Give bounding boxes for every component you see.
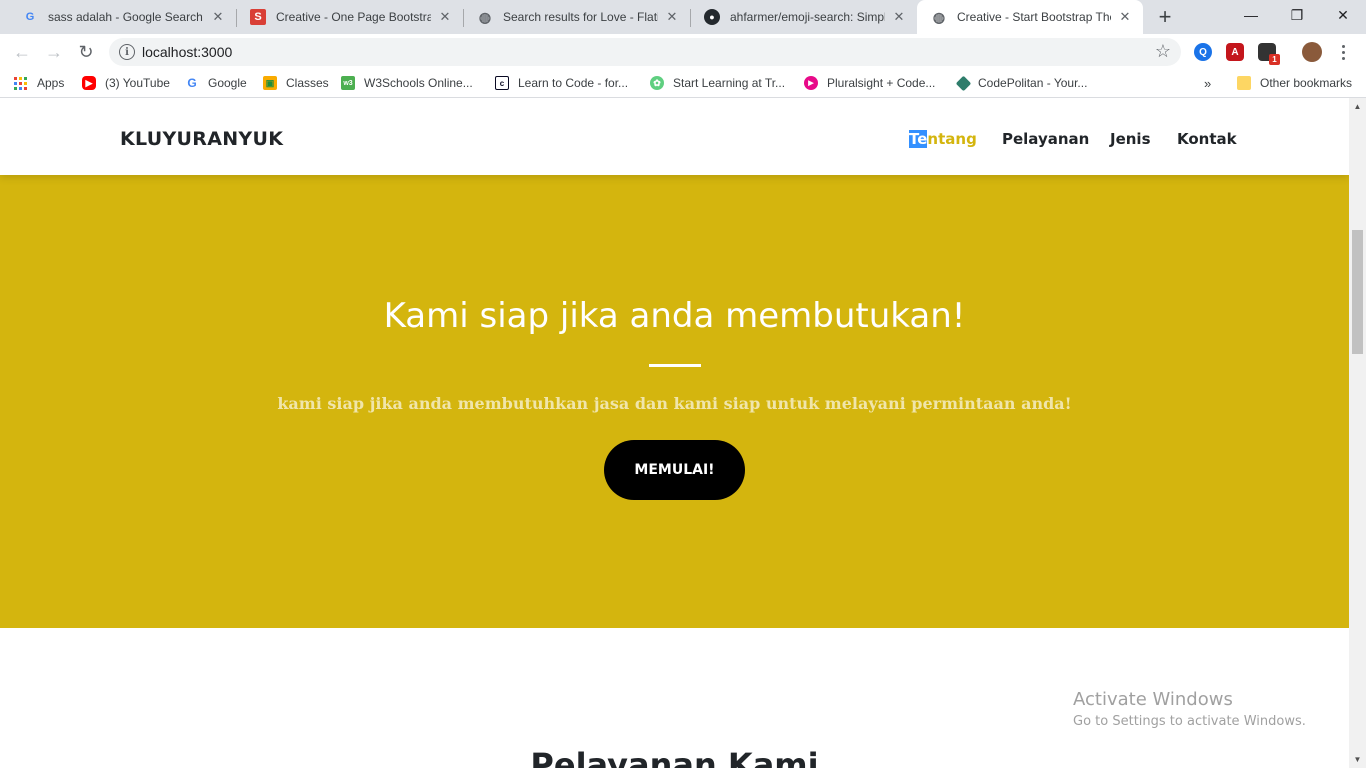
bookmarks-bar: Apps ▶ (3) YouTube G Google ▣ Classes w3… — [0, 70, 1366, 98]
scrollbar-thumb[interactable] — [1352, 230, 1363, 354]
tab-emoji-search[interactable]: ● ahfarmer/emoji-search: Simple ✕ — [690, 0, 917, 34]
start-button[interactable]: MEMULAI! — [604, 440, 745, 500]
masthead-subtext: kami siap jika anda membutuhkan jasa dan… — [277, 394, 1072, 413]
tab-google-search[interactable]: G sass adalah - Google Search ✕ — [8, 0, 236, 34]
nav-link-label: ntang — [927, 130, 977, 148]
extension-search-icon[interactable]: Q — [1194, 43, 1212, 61]
scroll-down-icon[interactable]: ▼ — [1349, 751, 1366, 768]
tab-title: Search results for Love - Flaticon — [503, 10, 658, 24]
tab-title: Creative - Start Bootstrap Theme — [957, 10, 1111, 24]
site-brand[interactable]: KLUYURANYUK — [120, 128, 283, 150]
google-icon: G — [25, 11, 35, 23]
tab-creative-active[interactable]: ◍ Creative - Start Bootstrap Theme ✕ — [917, 0, 1143, 34]
page-scrollbar[interactable]: ▲ ▼ — [1349, 98, 1366, 768]
close-icon[interactable]: ✕ — [210, 9, 226, 25]
extension-badge-count: 1 — [1269, 54, 1280, 65]
bookmark-freecodecamp[interactable]: c Learn to Code - for... — [495, 76, 628, 90]
browser-toolbar: ← → ↻ i localhost:3000 ☆ Q A 1 — [0, 34, 1366, 70]
nav-link-pelayanan[interactable]: Pelayanan — [1002, 130, 1089, 148]
tab-flaticon[interactable]: ◍ Search results for Love - Flaticon ✕ — [463, 0, 690, 34]
info-icon[interactable]: i — [119, 44, 135, 60]
window-close-button[interactable]: ✕ — [1320, 0, 1366, 30]
globe-icon: ◍ — [478, 8, 492, 25]
heading-divider — [649, 364, 701, 367]
tab-strip: G sass adalah - Google Search ✕ S Creati… — [0, 0, 1366, 34]
close-icon[interactable]: ✕ — [891, 9, 907, 25]
services-heading: Pelayanan Kami — [530, 746, 819, 768]
bookmark-google[interactable]: G Google — [185, 76, 247, 90]
bookmark-label: Classes — [286, 76, 329, 90]
avatar[interactable] — [1302, 42, 1322, 62]
google-icon: G — [187, 76, 197, 90]
site-navbar: KLUYURANYUK Tentang Pelayanan Jenis Kont… — [0, 98, 1349, 175]
watermark-subtitle: Go to Settings to activate Windows. — [1073, 714, 1306, 729]
bookmark-codepolitan[interactable]: CodePolitan - Your... — [955, 75, 1088, 91]
watermark-title: Activate Windows — [1073, 689, 1233, 710]
freecodecamp-icon: c — [495, 76, 509, 90]
tab-title: Creative - One Page Bootstrap — [276, 10, 431, 24]
bookmark-label: Start Learning at Tr... — [673, 76, 786, 90]
bookmark-label: Learn to Code - for... — [518, 76, 629, 90]
page-viewport: KLUYURANYUK Tentang Pelayanan Jenis Kont… — [0, 98, 1349, 768]
apps-icon — [14, 76, 27, 90]
bookmark-label: CodePolitan - Your... — [978, 76, 1088, 90]
nav-link-jenis[interactable]: Jenis — [1110, 130, 1151, 148]
bookmark-classes[interactable]: ▣ Classes — [263, 76, 329, 90]
menu-icon[interactable] — [1336, 41, 1350, 63]
chevron-double-right-icon: » — [1204, 76, 1212, 91]
w3schools-icon: w3 — [341, 76, 355, 90]
bookmark-label: (3) YouTube — [105, 76, 170, 90]
globe-icon: ◍ — [932, 8, 946, 25]
bookmark-label: W3Schools Online... — [364, 76, 473, 90]
bookmark-label: Google — [208, 76, 247, 90]
scroll-up-icon[interactable]: ▲ — [1349, 98, 1366, 115]
bookmark-apps[interactable]: Apps — [14, 76, 64, 90]
tab-title: sass adalah - Google Search — [48, 10, 203, 24]
close-icon[interactable]: ✕ — [664, 9, 680, 25]
classes-icon: ▣ — [263, 76, 277, 90]
bookmark-label: Apps — [37, 76, 65, 90]
forward-button[interactable]: → — [42, 41, 66, 63]
codepolitan-icon — [955, 75, 972, 91]
star-icon[interactable]: ☆ — [1155, 41, 1171, 62]
github-icon: ● — [704, 9, 720, 25]
treehouse-icon: ✿ — [650, 76, 664, 90]
bookmark-label: Other bookmarks — [1260, 76, 1353, 90]
bookmark-other[interactable]: Other bookmarks — [1237, 76, 1352, 90]
extension-badge-icon[interactable]: 1 — [1258, 43, 1280, 65]
close-icon[interactable]: ✕ — [1117, 9, 1133, 25]
nav-link-tentang[interactable]: Tentang — [909, 130, 977, 148]
bookmark-treehouse[interactable]: ✿ Start Learning at Tr... — [650, 76, 785, 90]
selected-text: Te — [909, 130, 928, 148]
bookmarks-overflow-button[interactable]: » — [1204, 76, 1211, 91]
reload-button[interactable]: ↻ — [74, 41, 98, 63]
extension-pdf-icon[interactable]: A — [1226, 43, 1244, 61]
masthead-heading: Kami siap jika anda membutukan! — [383, 296, 966, 336]
masthead-section: Kami siap jika anda membutukan! kami sia… — [0, 175, 1349, 628]
minimize-button[interactable]: — — [1228, 0, 1274, 30]
windows-activation-watermark: Activate Windows Go to Settings to activ… — [1073, 689, 1306, 729]
restore-button[interactable]: ❐ — [1274, 0, 1320, 30]
bookmark-pluralsight[interactable]: ▶ Pluralsight + Code... — [804, 76, 935, 90]
address-url[interactable]: localhost:3000 — [142, 44, 232, 60]
bookmark-label: Pluralsight + Code... — [827, 76, 936, 90]
pluralsight-icon: ▶ — [804, 76, 818, 90]
youtube-icon: ▶ — [82, 76, 96, 90]
tab-title: ahfarmer/emoji-search: Simple — [730, 10, 885, 24]
new-tab-button[interactable]: + — [1151, 4, 1179, 30]
bookmark-w3schools[interactable]: w3 W3Schools Online... — [341, 76, 473, 90]
tab-creative-one-page[interactable]: S Creative - One Page Bootstrap ✕ — [236, 0, 463, 34]
folder-icon — [1237, 76, 1251, 90]
s-icon: S — [250, 9, 266, 25]
address-bar[interactable]: i localhost:3000 ☆ — [109, 38, 1181, 66]
back-button[interactable]: ← — [10, 41, 34, 63]
close-icon[interactable]: ✕ — [437, 9, 453, 25]
nav-link-kontak[interactable]: Kontak — [1177, 130, 1237, 148]
bookmark-youtube[interactable]: ▶ (3) YouTube — [82, 76, 170, 90]
